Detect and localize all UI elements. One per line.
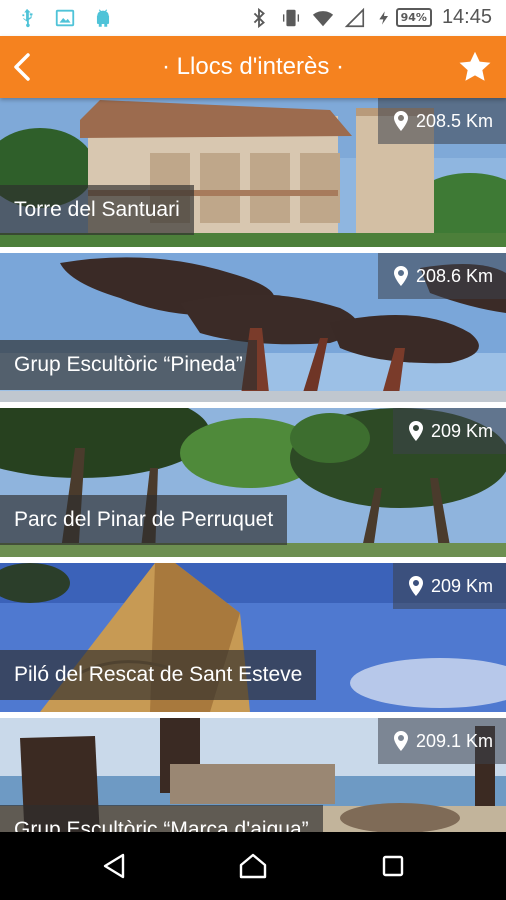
location-pin-icon: [393, 266, 408, 286]
chevron-left-icon: [14, 53, 30, 81]
distance-text: 208.6 Km: [415, 265, 493, 286]
image-icon: [55, 9, 75, 27]
place-card[interactable]: 208.6 Km Grup Escultòric “Pineda”: [0, 253, 506, 402]
nav-back-button[interactable]: [94, 846, 134, 886]
location-pin-icon: [393, 731, 408, 751]
battery-level: 94%: [395, 8, 432, 27]
home-icon: [239, 853, 267, 879]
distance-text: 209 Km: [430, 420, 493, 441]
places-list: 208.5 Km Torre del Santuari 208.6 Km Gru…: [0, 98, 506, 832]
recents-icon: [382, 855, 404, 877]
android-icon: [96, 9, 110, 27]
distance-text: 209 Km: [430, 575, 493, 596]
place-card[interactable]: 209.1 Km Grup Escultòric “Marca d'aigua”: [0, 718, 506, 832]
distance-text: 208.5 Km: [415, 110, 493, 131]
charging-icon: [378, 10, 388, 25]
system-nav-bar: [0, 832, 506, 900]
back-triangle-icon: [103, 853, 125, 879]
distance-badge: 209 Km: [392, 408, 506, 454]
location-pin-icon: [408, 421, 423, 441]
place-name: Parc del Pinar de Perruquet: [0, 495, 288, 545]
distance-badge: 208.5 Km: [377, 98, 506, 144]
nav-home-button[interactable]: [233, 846, 273, 886]
place-name: Grup Escultòric “Marca d'aigua”: [0, 805, 323, 832]
favorites-button[interactable]: [454, 46, 496, 88]
status-bar: 94% 14:45: [0, 0, 506, 36]
back-button[interactable]: [2, 36, 42, 98]
page-title: · Llocs d'interès ·: [162, 53, 344, 80]
wifi-icon: [312, 10, 333, 26]
place-name: Grup Escultòric “Pineda”: [0, 340, 257, 390]
place-name: Torre del Santuari: [0, 185, 194, 235]
place-card[interactable]: 208.5 Km Torre del Santuari: [0, 98, 506, 247]
distance-badge: 208.6 Km: [377, 253, 506, 299]
place-card[interactable]: 209 Km Piló del Rescat de Sant Esteve: [0, 563, 506, 712]
app-bar: · Llocs d'interès ·: [0, 36, 506, 98]
nav-recents-button[interactable]: [373, 846, 413, 886]
signal-icon: [344, 7, 364, 27]
vibrate-icon: [282, 9, 299, 26]
bluetooth-icon: [253, 7, 265, 28]
place-card[interactable]: 209 Km Parc del Pinar de Perruquet: [0, 408, 506, 557]
location-pin-icon: [393, 111, 408, 131]
usb-icon: [22, 8, 33, 28]
distance-badge: 209 Km: [392, 563, 506, 609]
location-pin-icon: [408, 576, 423, 596]
distance-text: 209.1 Km: [415, 730, 493, 751]
battery-indicator: 94%: [376, 7, 432, 29]
star-icon: [459, 51, 491, 81]
distance-badge: 209.1 Km: [377, 718, 506, 764]
clock: 14:45: [441, 6, 492, 28]
place-name: Piló del Rescat de Sant Esteve: [0, 650, 317, 700]
